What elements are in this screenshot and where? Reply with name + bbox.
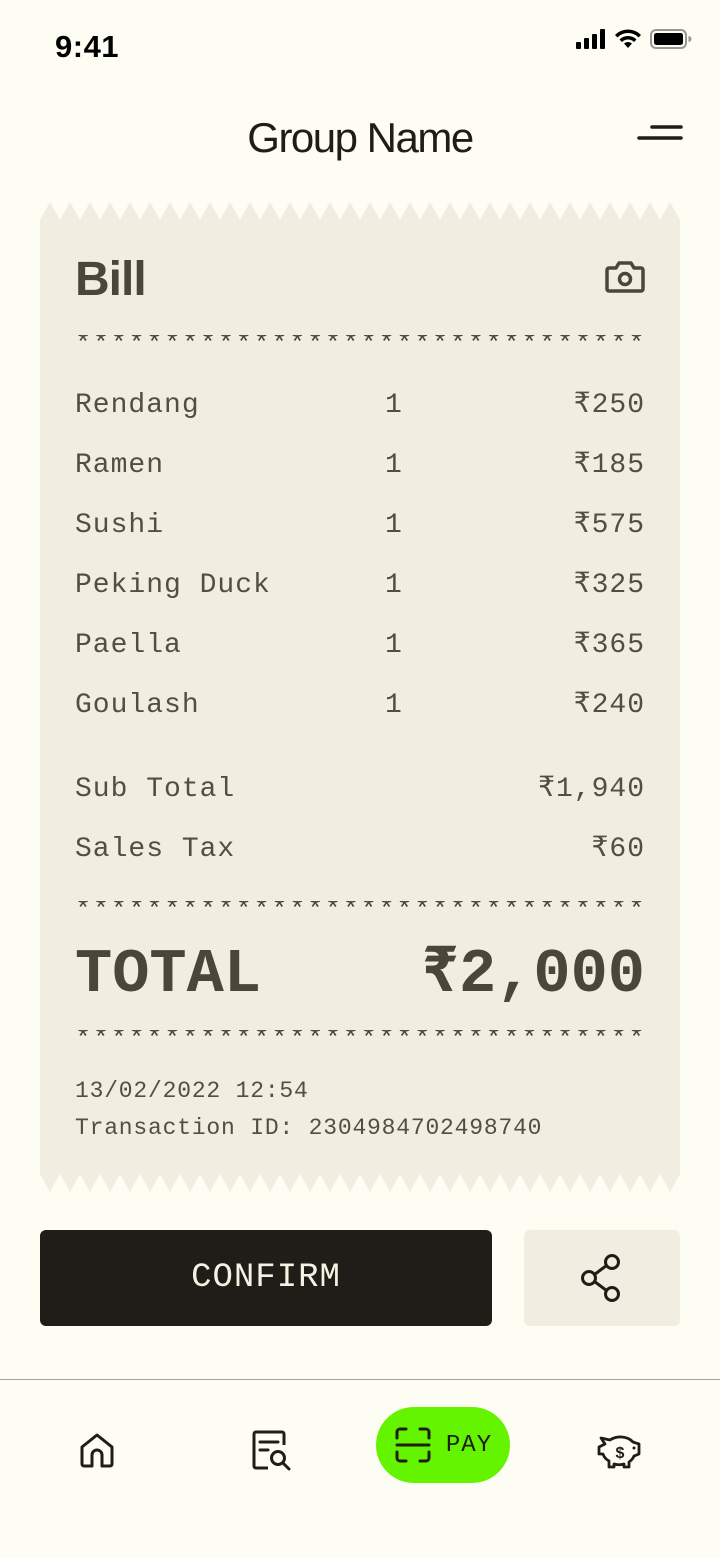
item-price: ₹250: [573, 390, 645, 421]
item-qty: 1: [385, 450, 403, 481]
tab-pay[interactable]: PAY: [376, 1407, 510, 1483]
item-qty: 1: [385, 630, 403, 661]
bottom-tab-bar: PAY $: [0, 1379, 720, 1558]
item-name: Ramen: [75, 450, 165, 481]
item-qty: 1: [385, 690, 403, 721]
menu-button[interactable]: [636, 122, 684, 146]
status-bar: 9:41: [0, 0, 720, 90]
receipt-divider: ****************************************: [75, 1030, 645, 1050]
total-label: TOTAL: [75, 939, 262, 1010]
receipt-divider: ****************************************: [75, 901, 645, 921]
page-title: Group Name: [247, 114, 474, 161]
bill-item-row: Goulash 1 ₹240: [75, 686, 645, 726]
item-qty: 1: [385, 510, 403, 541]
item-price: ₹325: [573, 570, 645, 601]
bill-title: Bill: [75, 253, 147, 306]
camera-button[interactable]: [605, 258, 645, 296]
bill-item-row: Ramen 1 ₹185: [75, 446, 645, 486]
tab-home[interactable]: [72, 1420, 122, 1480]
item-name: Rendang: [75, 390, 200, 421]
receipt-divider: ****************************************: [75, 335, 645, 355]
camera-icon: [605, 261, 645, 293]
home-icon: [80, 1433, 114, 1468]
header: Group Name: [0, 100, 720, 180]
tax-row: Sales Tax ₹60: [75, 830, 645, 870]
battery-icon: [650, 29, 692, 49]
bill-item-row: Peking Duck 1 ₹325: [75, 566, 645, 606]
item-price: ₹240: [573, 690, 645, 721]
item-name: Peking Duck: [75, 570, 271, 601]
tax-label: Sales Tax: [75, 834, 236, 865]
total-row: TOTAL ₹2,000: [75, 939, 645, 1011]
tab-savings[interactable]: $: [596, 1420, 644, 1480]
item-name: Sushi: [75, 510, 165, 541]
item-qty: 1: [385, 570, 403, 601]
subtotal-value: ₹1,940: [538, 774, 645, 805]
item-qty: 1: [385, 390, 403, 421]
item-price: ₹575: [573, 510, 645, 541]
bill-item-row: Paella 1 ₹365: [75, 626, 645, 666]
receipt-content: Bill ***********************************…: [75, 202, 645, 1192]
tab-bills[interactable]: [244, 1420, 296, 1480]
transaction-id: Transaction ID: 2304984702498740: [75, 1115, 543, 1141]
share-icon: [581, 1254, 620, 1302]
piggy-bank-icon: $: [597, 1435, 641, 1469]
total-value: ₹2,000: [421, 939, 645, 1010]
share-button[interactable]: [524, 1230, 680, 1326]
bill-item-row: Sushi 1 ₹575: [75, 506, 645, 546]
bill-receipt: Bill ***********************************…: [40, 202, 680, 1192]
subtotal-row: Sub Total ₹1,940: [75, 770, 645, 810]
item-name: Goulash: [75, 690, 200, 721]
bill-item-row: Rendang 1 ₹250: [75, 386, 645, 426]
receipt-search-icon: [252, 1430, 291, 1471]
item-price: ₹365: [573, 630, 645, 661]
item-price: ₹185: [573, 450, 645, 481]
item-name: Paella: [75, 630, 182, 661]
tax-value: ₹60: [591, 834, 645, 865]
status-time: 9:41: [55, 29, 120, 64]
wifi-icon: [615, 29, 641, 48]
cellular-icon: [576, 29, 605, 49]
scan-icon: [395, 1427, 431, 1463]
subtotal-label: Sub Total: [75, 774, 236, 805]
menu-icon: [637, 125, 683, 140]
bill-datetime: 13/02/2022 12:54: [75, 1078, 309, 1104]
confirm-button[interactable]: CONFIRM: [40, 1230, 492, 1326]
pay-label: PAY: [445, 1431, 493, 1459]
status-icons: [576, 29, 692, 49]
svg-text:$: $: [616, 1445, 625, 1462]
